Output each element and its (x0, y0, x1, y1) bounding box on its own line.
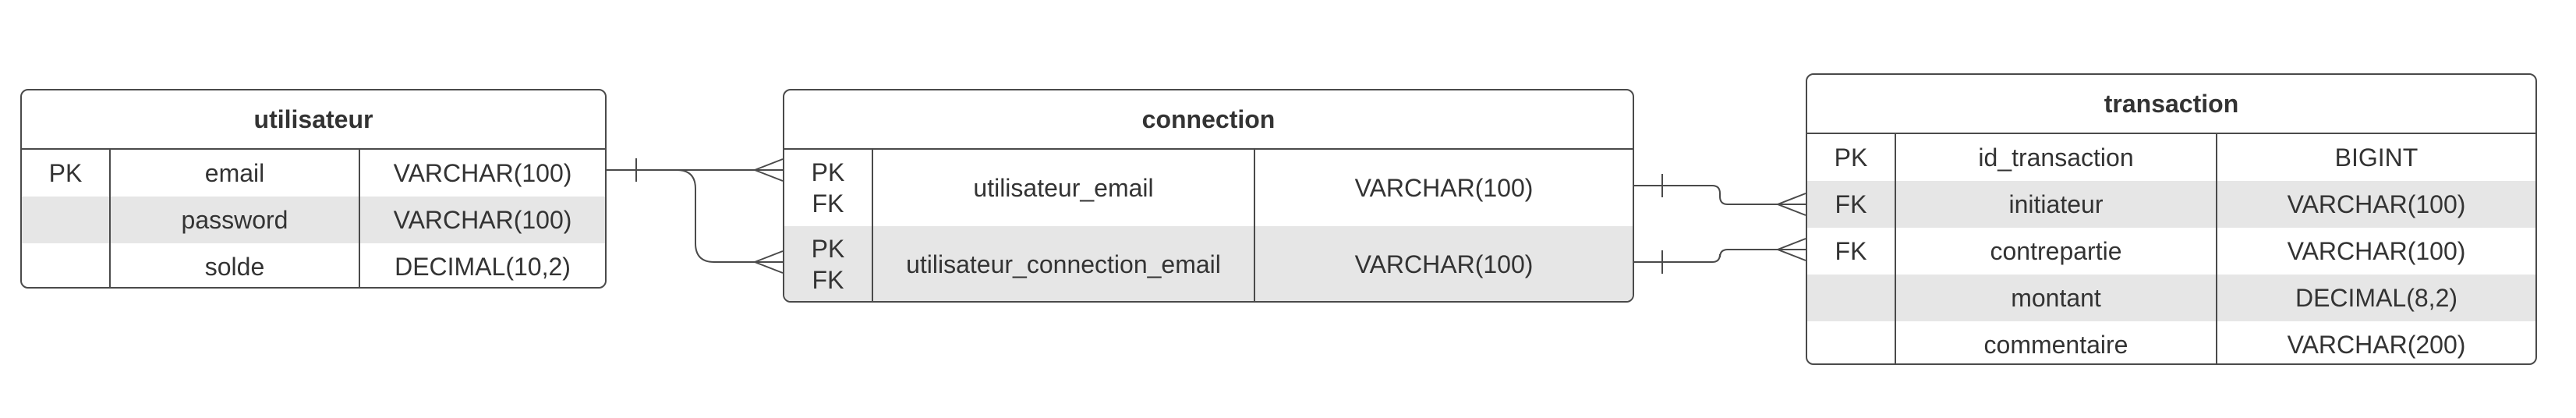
relationship-line[interactable] (1634, 174, 1806, 216)
relationship-line[interactable] (676, 169, 784, 274)
relationship-connectors (607, 158, 1806, 274)
relationship-line[interactable] (1634, 238, 1806, 274)
relationship-line[interactable] (607, 158, 784, 182)
